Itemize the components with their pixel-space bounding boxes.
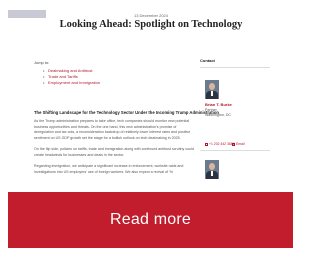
contact-divider-2 [200, 150, 270, 151]
paragraph-flip-side: On the flip side, policies on tariffs, t… [34, 147, 194, 157]
email-icon [232, 142, 235, 146]
contact-heading: Contact [200, 58, 215, 63]
contact-name[interactable]: Brian T. Burke [205, 102, 232, 107]
contact-role: Partner [205, 108, 217, 112]
paragraph-intro: As the Trump administration prepares to … [34, 119, 191, 140]
contact-email-link[interactable]: Email [232, 142, 244, 146]
contact-avatar-2[interactable] [205, 160, 219, 179]
read-more-button[interactable]: Read more [8, 192, 293, 248]
contact-divider [200, 67, 270, 68]
page-title: Looking Ahead: Spotlight on Technology [59, 19, 243, 30]
contact-phone-link[interactable]: +1 202 442 3686 [205, 142, 235, 146]
contact-location: Washington, DC [205, 113, 232, 117]
jump-to-section: Jump to: Dealmaking and Antitrust Trade … [34, 58, 190, 86]
jump-to-label: Jump to: [34, 60, 50, 65]
contact-email: Email [236, 142, 245, 146]
contact-phone: +1 202 442 3686 [209, 142, 235, 146]
contact-avatar[interactable] [205, 80, 219, 99]
read-more-label: Read more [110, 211, 191, 228]
section-heading: The Shifting Landscape for the Technolog… [34, 110, 219, 115]
jump-link-list: Dealmaking and Antitrust Trade and Tarif… [43, 68, 190, 86]
phone-icon [205, 142, 208, 146]
article-date: 13 December 2024 [133, 13, 169, 18]
paragraph-immigration: Regarding immigration, we anticipate a s… [34, 164, 184, 174]
article-page: 13 December 2024 Looking Ahead: Spotligh… [0, 0, 302, 260]
contact-sidebar: Contact [200, 58, 270, 68]
jump-link-employment[interactable]: Employment and Immigration [43, 80, 190, 86]
